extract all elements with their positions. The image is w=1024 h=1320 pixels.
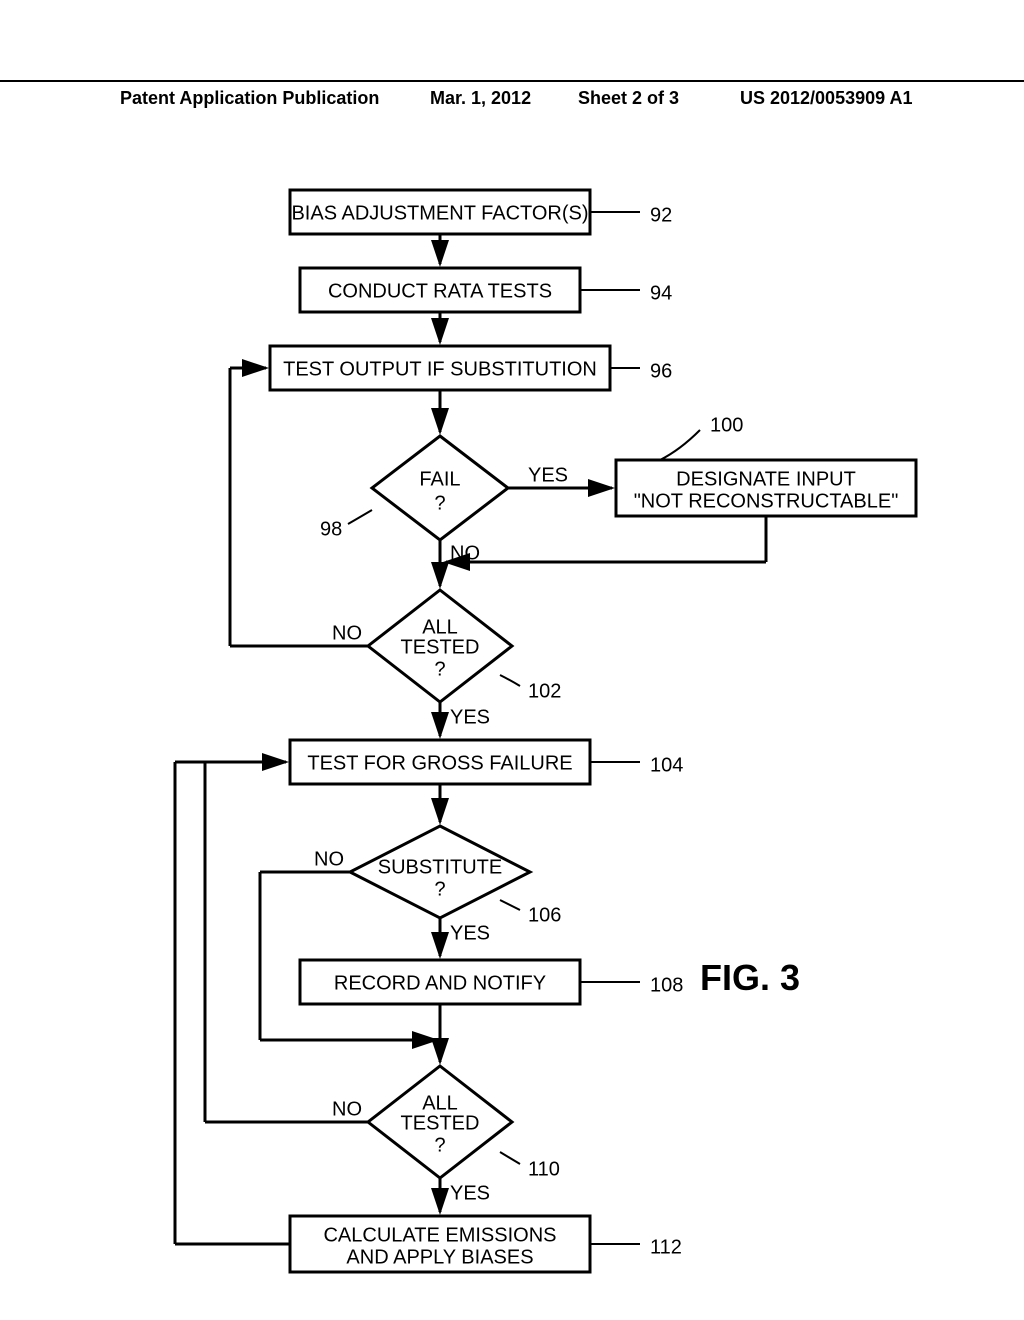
label-102-yes: YES xyxy=(450,706,490,728)
box-108-text: RECORD AND NOTIFY xyxy=(334,972,546,994)
ref-96: 96 xyxy=(650,360,672,382)
box-112-l1: CALCULATE EMISSIONS xyxy=(323,1224,556,1246)
label-110-yes: YES xyxy=(450,1182,490,1204)
decision-102-l3: ? xyxy=(434,658,445,680)
decision-98-l1: FAIL xyxy=(419,468,460,490)
ref-102: 102 xyxy=(528,680,561,702)
ref-lead-110 xyxy=(500,1152,520,1164)
ref-104: 104 xyxy=(650,754,683,776)
ref-112: 112 xyxy=(650,1236,682,1258)
box-92-text: BIAS ADJUSTMENT FACTOR(S) xyxy=(291,202,588,224)
flowchart: BIAS ADJUSTMENT FACTOR(S) 92 CONDUCT RAT… xyxy=(0,150,1024,1320)
box-96-text: TEST OUTPUT IF SUBSTITUTION xyxy=(283,358,597,380)
page-header: Patent Application Publication Mar. 1, 2… xyxy=(0,80,1024,88)
decision-110-l3: ? xyxy=(434,1134,445,1156)
ref-lead-106 xyxy=(500,900,520,910)
header-date: Mar. 1, 2012 xyxy=(430,88,531,109)
ref-lead-98 xyxy=(348,510,372,524)
label-98-yes: YES xyxy=(528,464,568,486)
label-106-yes: YES xyxy=(450,922,490,944)
ref-98: 98 xyxy=(320,518,342,540)
decision-102-l1: ALL xyxy=(422,616,458,638)
label-110-no: NO xyxy=(332,1098,362,1120)
decision-102-l2: TESTED xyxy=(401,636,480,658)
ref-110: 110 xyxy=(528,1158,560,1180)
box-112-l2: AND APPLY BIASES xyxy=(346,1246,533,1268)
decision-110-l2: TESTED xyxy=(401,1112,480,1134)
box-104-text: TEST FOR GROSS FAILURE xyxy=(307,752,572,774)
ref-100: 100 xyxy=(710,414,743,436)
decision-106-l2: ? xyxy=(434,878,445,900)
label-106-no: NO xyxy=(314,848,344,870)
header-sheet: Sheet 2 of 3 xyxy=(578,88,679,109)
ref-lead-102 xyxy=(500,675,520,686)
ref-94: 94 xyxy=(650,282,672,304)
box-94-text: CONDUCT RATA TESTS xyxy=(328,280,552,302)
figure-label: FIG. 3 xyxy=(700,957,800,998)
decision-106-l1: SUBSTITUTE xyxy=(378,856,502,878)
label-98-no: NO xyxy=(450,542,480,564)
box-100-l2: "NOT RECONSTRUCTABLE" xyxy=(634,490,899,512)
decision-110-l1: ALL xyxy=(422,1092,458,1114)
ref-lead-100 xyxy=(660,430,700,460)
ref-92: 92 xyxy=(650,204,672,226)
header-publication: Patent Application Publication xyxy=(120,88,379,109)
decision-98-l2: ? xyxy=(434,492,445,514)
header-pubno: US 2012/0053909 A1 xyxy=(740,88,912,109)
box-100-l1: DESIGNATE INPUT xyxy=(676,468,856,490)
label-102-no: NO xyxy=(332,622,362,644)
ref-106: 106 xyxy=(528,904,561,926)
ref-108: 108 xyxy=(650,974,683,996)
